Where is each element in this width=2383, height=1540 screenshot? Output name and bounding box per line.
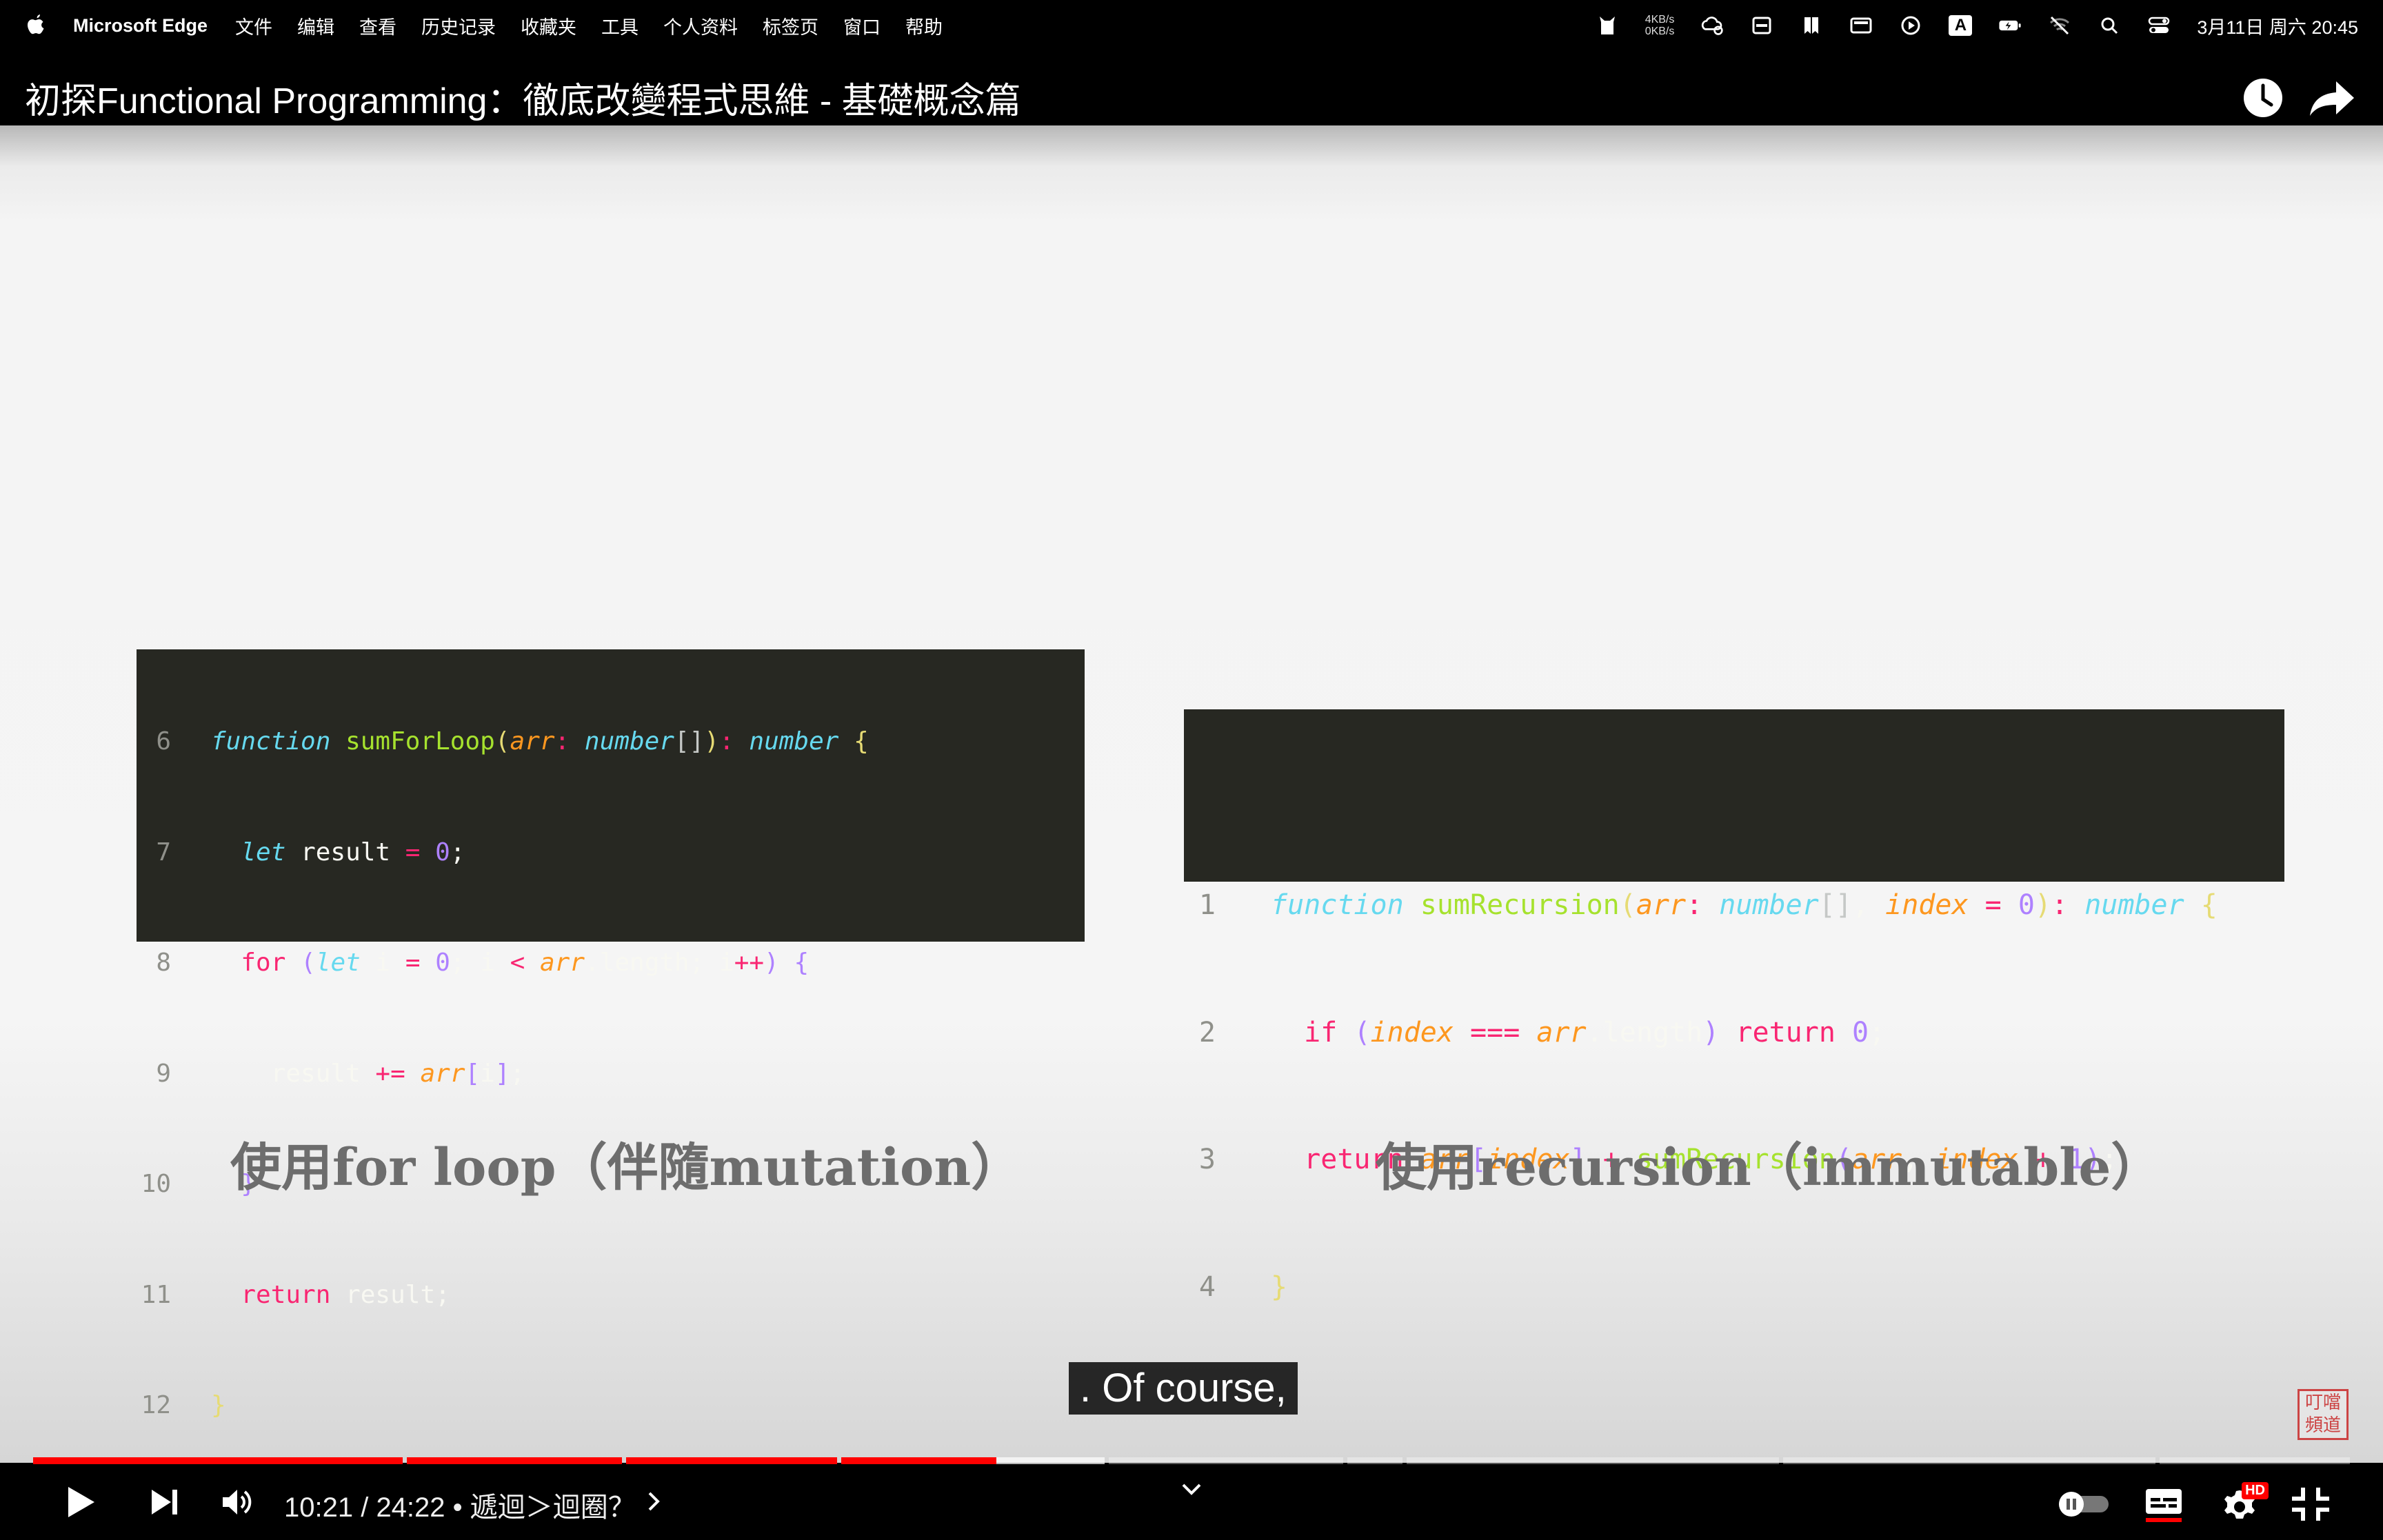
subtitles-icon: [2146, 1489, 2182, 1522]
battery-icon[interactable]: [1998, 14, 2022, 37]
input-method-label: A: [1949, 15, 1973, 36]
volume-button[interactable]: [218, 1482, 258, 1522]
display-icon[interactable]: [1849, 14, 1873, 37]
control-center-icon[interactable]: [2147, 14, 2171, 37]
chapter-segment[interactable]: [33, 1457, 403, 1464]
exit-fullscreen-button[interactable]: [2289, 1485, 2332, 1523]
chapter-segment-current[interactable]: [841, 1457, 1105, 1464]
menu-tools[interactable]: 工具: [601, 12, 639, 39]
autoplay-toggle[interactable]: [2056, 1490, 2111, 1518]
input-method-icon[interactable]: A: [1949, 14, 1973, 37]
channel-watermark[interactable]: 叮噹 頻道: [2297, 1389, 2349, 1440]
menu-favorites[interactable]: 收藏夹: [521, 12, 576, 39]
play-circle-icon[interactable]: [1899, 14, 1922, 37]
hd-badge: HD: [2242, 1482, 2269, 1499]
chapter-segment[interactable]: [1109, 1457, 1343, 1464]
share-icon: [2310, 81, 2354, 116]
chapter-segment[interactable]: [1783, 1457, 2155, 1464]
watch-later-button[interactable]: [2241, 76, 2285, 120]
app-name-menu[interactable]: Microsoft Edge: [73, 15, 208, 37]
menu-history[interactable]: 历史记录: [421, 12, 496, 39]
menu-list: 文件 编辑 查看 历史记录 收藏夹 工具 个人资料 标签页 窗口 帮助: [235, 12, 967, 39]
chapter-segment[interactable]: [1347, 1457, 1402, 1464]
chapter-segment[interactable]: [626, 1457, 837, 1464]
exit-fullscreen-icon: [2292, 1488, 2329, 1521]
video-frame[interactable]: 6 function sumForLoop(arr: number[]): num…: [0, 125, 2383, 1463]
menu-window[interactable]: 窗口: [843, 12, 881, 39]
menu-tabs[interactable]: 标签页: [763, 12, 818, 39]
wifi-off-icon[interactable]: [2048, 14, 2071, 37]
menu-bar: Microsoft Edge 文件 编辑 查看 历史记录 收藏夹 工具 个人资料…: [0, 0, 2383, 51]
closed-caption-text: . Of course,: [1069, 1362, 1298, 1415]
search-icon[interactable]: [2098, 14, 2121, 37]
video-title-bar: 初探Functional Programming：徹底改變程式思維 - 基礎概念…: [0, 51, 2383, 125]
label-for-loop: 使用for loop（伴隨mutation）: [230, 1138, 1023, 1197]
window-icon[interactable]: [1750, 14, 1773, 37]
video-title[interactable]: 初探Functional Programming：徹底改變程式思維 - 基礎概念…: [25, 72, 1021, 123]
time-display[interactable]: 10:21 / 24:22 • 遞迴＞迴圈？: [284, 1485, 636, 1525]
share-button[interactable]: [2309, 76, 2357, 120]
skip-next-icon: [152, 1490, 177, 1514]
net-down: 0KB/s: [1645, 26, 1675, 37]
menu-edit[interactable]: 编辑: [297, 12, 334, 39]
cat-icon[interactable]: [1596, 14, 1619, 37]
player-controls: 10:21 / 24:22 • 遞迴＞迴圈？ HD: [0, 1464, 2383, 1540]
progress-bar[interactable]: [33, 1457, 2350, 1464]
menu-view[interactable]: 查看: [359, 12, 396, 39]
network-speed[interactable]: 4KB/s 0KB/s: [1645, 14, 1675, 37]
chapter-chevron-icon[interactable]: [644, 1488, 665, 1515]
settings-button[interactable]: HD: [2219, 1482, 2269, 1523]
menu-help[interactable]: 帮助: [905, 12, 943, 39]
clock-icon: [2244, 79, 2282, 117]
net-up: 4KB/s: [1645, 14, 1675, 26]
code-block-for-loop: 6 function sumForLoop(arr: number[]): num…: [137, 649, 1085, 1419]
label-recursion: 使用recursion（immutable）: [1376, 1138, 2162, 1197]
next-button[interactable]: [145, 1482, 185, 1522]
apple-icon[interactable]: [26, 14, 47, 37]
chapter-segment[interactable]: [1407, 1457, 1779, 1464]
code-block-recursion: 1 function sumRecursion(arr: number[], in…: [1184, 709, 2284, 1303]
chapter-segment[interactable]: [2160, 1457, 2350, 1464]
menu-file[interactable]: 文件: [235, 12, 272, 39]
play-button[interactable]: [61, 1482, 101, 1522]
chevron-down-icon[interactable]: [1178, 1479, 1205, 1500]
menu-profile[interactable]: 个人资料: [663, 12, 738, 39]
play-icon: [68, 1487, 94, 1517]
weather-icon[interactable]: [1700, 14, 1724, 37]
status-area: 4KB/s 0KB/s A 3月11日 周六 20:45: [1596, 0, 2358, 51]
subtitles-button[interactable]: [2143, 1485, 2184, 1523]
menu-clock[interactable]: 3月11日 周六 20:45: [2197, 12, 2358, 39]
bookmark-icon[interactable]: [1800, 14, 1823, 37]
chapter-segment[interactable]: [407, 1457, 622, 1464]
volume-icon: [223, 1490, 252, 1514]
